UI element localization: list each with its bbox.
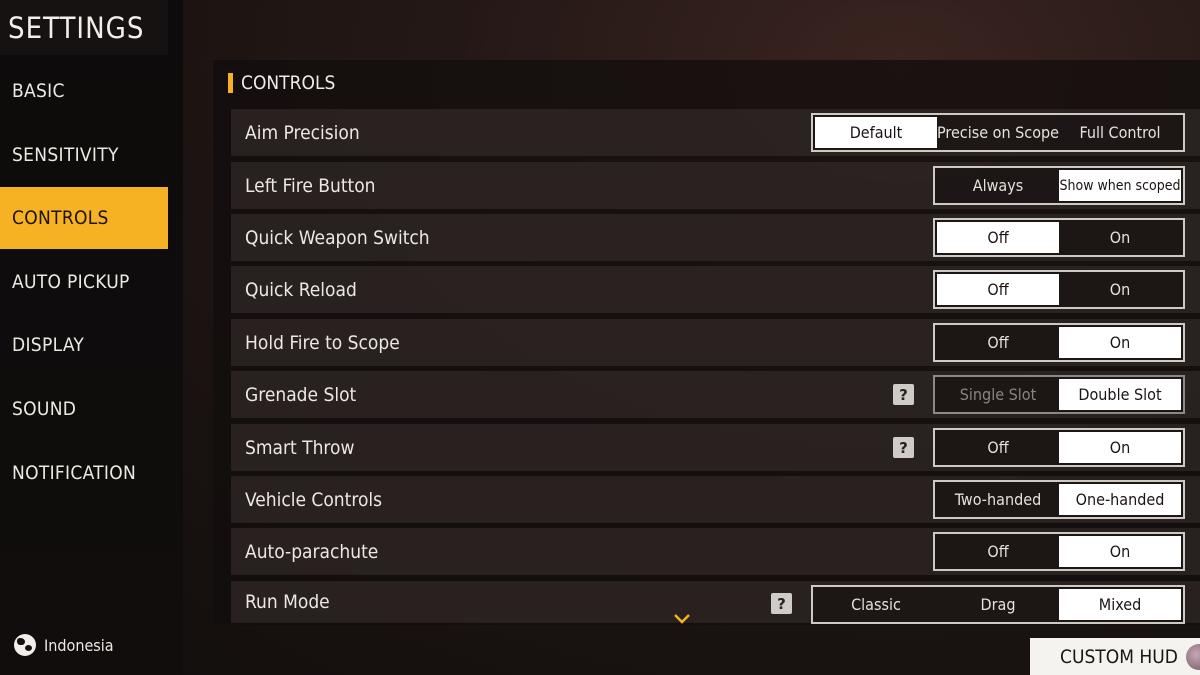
setting-label: Quick Weapon Switch (245, 226, 430, 249)
setting-row-left-fire-button: Left Fire Button Always Show when scoped (231, 162, 1200, 209)
option-show-when-scoped[interactable]: Show when scoped (1059, 170, 1181, 201)
setting-label: Run Mode (245, 591, 330, 613)
setting-row-aim-precision: Aim Precision Default Precise on Scope F… (231, 109, 1200, 156)
auto-parachute-toggle: Off On (933, 532, 1185, 571)
option-on[interactable]: On (1059, 222, 1181, 253)
option-off[interactable]: Off (937, 327, 1059, 358)
region-label: Indonesia (44, 635, 114, 655)
region-selector[interactable]: Indonesia (14, 634, 114, 656)
grenade-slot-toggle: Single Slot Double Slot (933, 375, 1185, 414)
option-on[interactable]: On (1059, 432, 1181, 463)
option-off[interactable]: Off (937, 222, 1059, 253)
option-drag[interactable]: Drag (937, 589, 1059, 620)
help-icon[interactable]: ? (893, 437, 914, 458)
setting-row-grenade-slot: Grenade Slot ? Single Slot Double Slot (231, 371, 1200, 418)
setting-row-auto-parachute: Auto-parachute Off On (231, 528, 1200, 575)
setting-row-smart-throw: Smart Throw ? Off On (231, 424, 1200, 471)
vehicle-controls-toggle: Two-handed One-handed (933, 480, 1185, 519)
run-mode-toggle: Classic Drag Mixed (811, 585, 1185, 624)
setting-row-run-mode: Run Mode ? Classic Drag Mixed (231, 581, 1200, 624)
setting-row-quick-reload: Quick Reload Off On (231, 266, 1200, 313)
setting-row-quick-weapon-switch: Quick Weapon Switch Off On (231, 214, 1200, 261)
sidebar-item-notification[interactable]: NOTIFICATION (0, 442, 168, 504)
quick-weapon-switch-toggle: Off On (933, 218, 1185, 257)
help-icon[interactable]: ? (893, 384, 914, 405)
option-classic[interactable]: Classic (815, 589, 937, 620)
option-on[interactable]: On (1059, 536, 1181, 567)
setting-label: Hold Fire to Scope (245, 331, 400, 354)
custom-hud-button[interactable]: CUSTOM HUD (1030, 638, 1200, 675)
option-off[interactable]: Off (937, 274, 1059, 305)
setting-row-vehicle-controls: Vehicle Controls Two-handed One-handed (231, 476, 1200, 523)
sidebar-item-sensitivity[interactable]: SENSITIVITY (0, 124, 168, 186)
setting-label: Left Fire Button (245, 174, 376, 197)
section-title: CONTROLS (241, 72, 336, 94)
option-one-handed[interactable]: One-handed (1059, 484, 1181, 515)
help-icon[interactable]: ? (771, 593, 792, 614)
option-mixed[interactable]: Mixed (1059, 589, 1181, 620)
sidebar-item-display[interactable]: DISPLAY (0, 314, 168, 376)
sidebar-item-controls[interactable]: CONTROLS (0, 187, 168, 249)
option-on[interactable]: On (1059, 274, 1181, 305)
option-full-control[interactable]: Full Control (1059, 117, 1181, 148)
section-header: CONTROLS (228, 68, 335, 98)
option-precise-on-scope[interactable]: Precise on Scope (937, 117, 1059, 148)
option-off[interactable]: Off (937, 432, 1059, 463)
smart-throw-toggle: Off On (933, 428, 1185, 467)
setting-row-hold-fire-to-scope: Hold Fire to Scope Off On (231, 319, 1200, 366)
settings-title: SETTINGS (0, 0, 168, 55)
aim-precision-toggle: Default Precise on Scope Full Control (811, 113, 1185, 152)
custom-hud-label: CUSTOM HUD (1060, 645, 1178, 668)
setting-label: Grenade Slot (245, 383, 357, 406)
option-off[interactable]: Off (937, 536, 1059, 567)
setting-label: Quick Reload (245, 278, 357, 301)
option-double-slot[interactable]: Double Slot (1059, 379, 1181, 410)
globe-icon (14, 634, 36, 656)
setting-label: Aim Precision (245, 121, 360, 144)
option-two-handed[interactable]: Two-handed (937, 484, 1059, 515)
option-always[interactable]: Always (937, 170, 1059, 201)
sidebar-item-basic[interactable]: BASIC (0, 60, 168, 122)
settings-sidebar: SETTINGS BASIC SENSITIVITY CONTROLS AUTO… (0, 0, 183, 675)
quick-reload-toggle: Off On (933, 270, 1185, 309)
option-on[interactable]: On (1059, 327, 1181, 358)
setting-label: Auto-parachute (245, 540, 379, 563)
option-default[interactable]: Default (815, 117, 937, 148)
setting-label: Smart Throw (245, 436, 355, 459)
section-accent-bar (228, 73, 233, 93)
hud-icon (1186, 644, 1200, 670)
option-single-slot[interactable]: Single Slot (937, 379, 1059, 410)
setting-label: Vehicle Controls (245, 488, 383, 511)
sidebar-item-auto-pickup[interactable]: AUTO PICKUP (0, 251, 168, 313)
sidebar-item-sound[interactable]: SOUND (0, 378, 168, 440)
left-fire-button-toggle: Always Show when scoped (933, 166, 1185, 205)
chevron-down-icon[interactable] (673, 612, 691, 626)
hold-fire-to-scope-toggle: Off On (933, 323, 1185, 362)
